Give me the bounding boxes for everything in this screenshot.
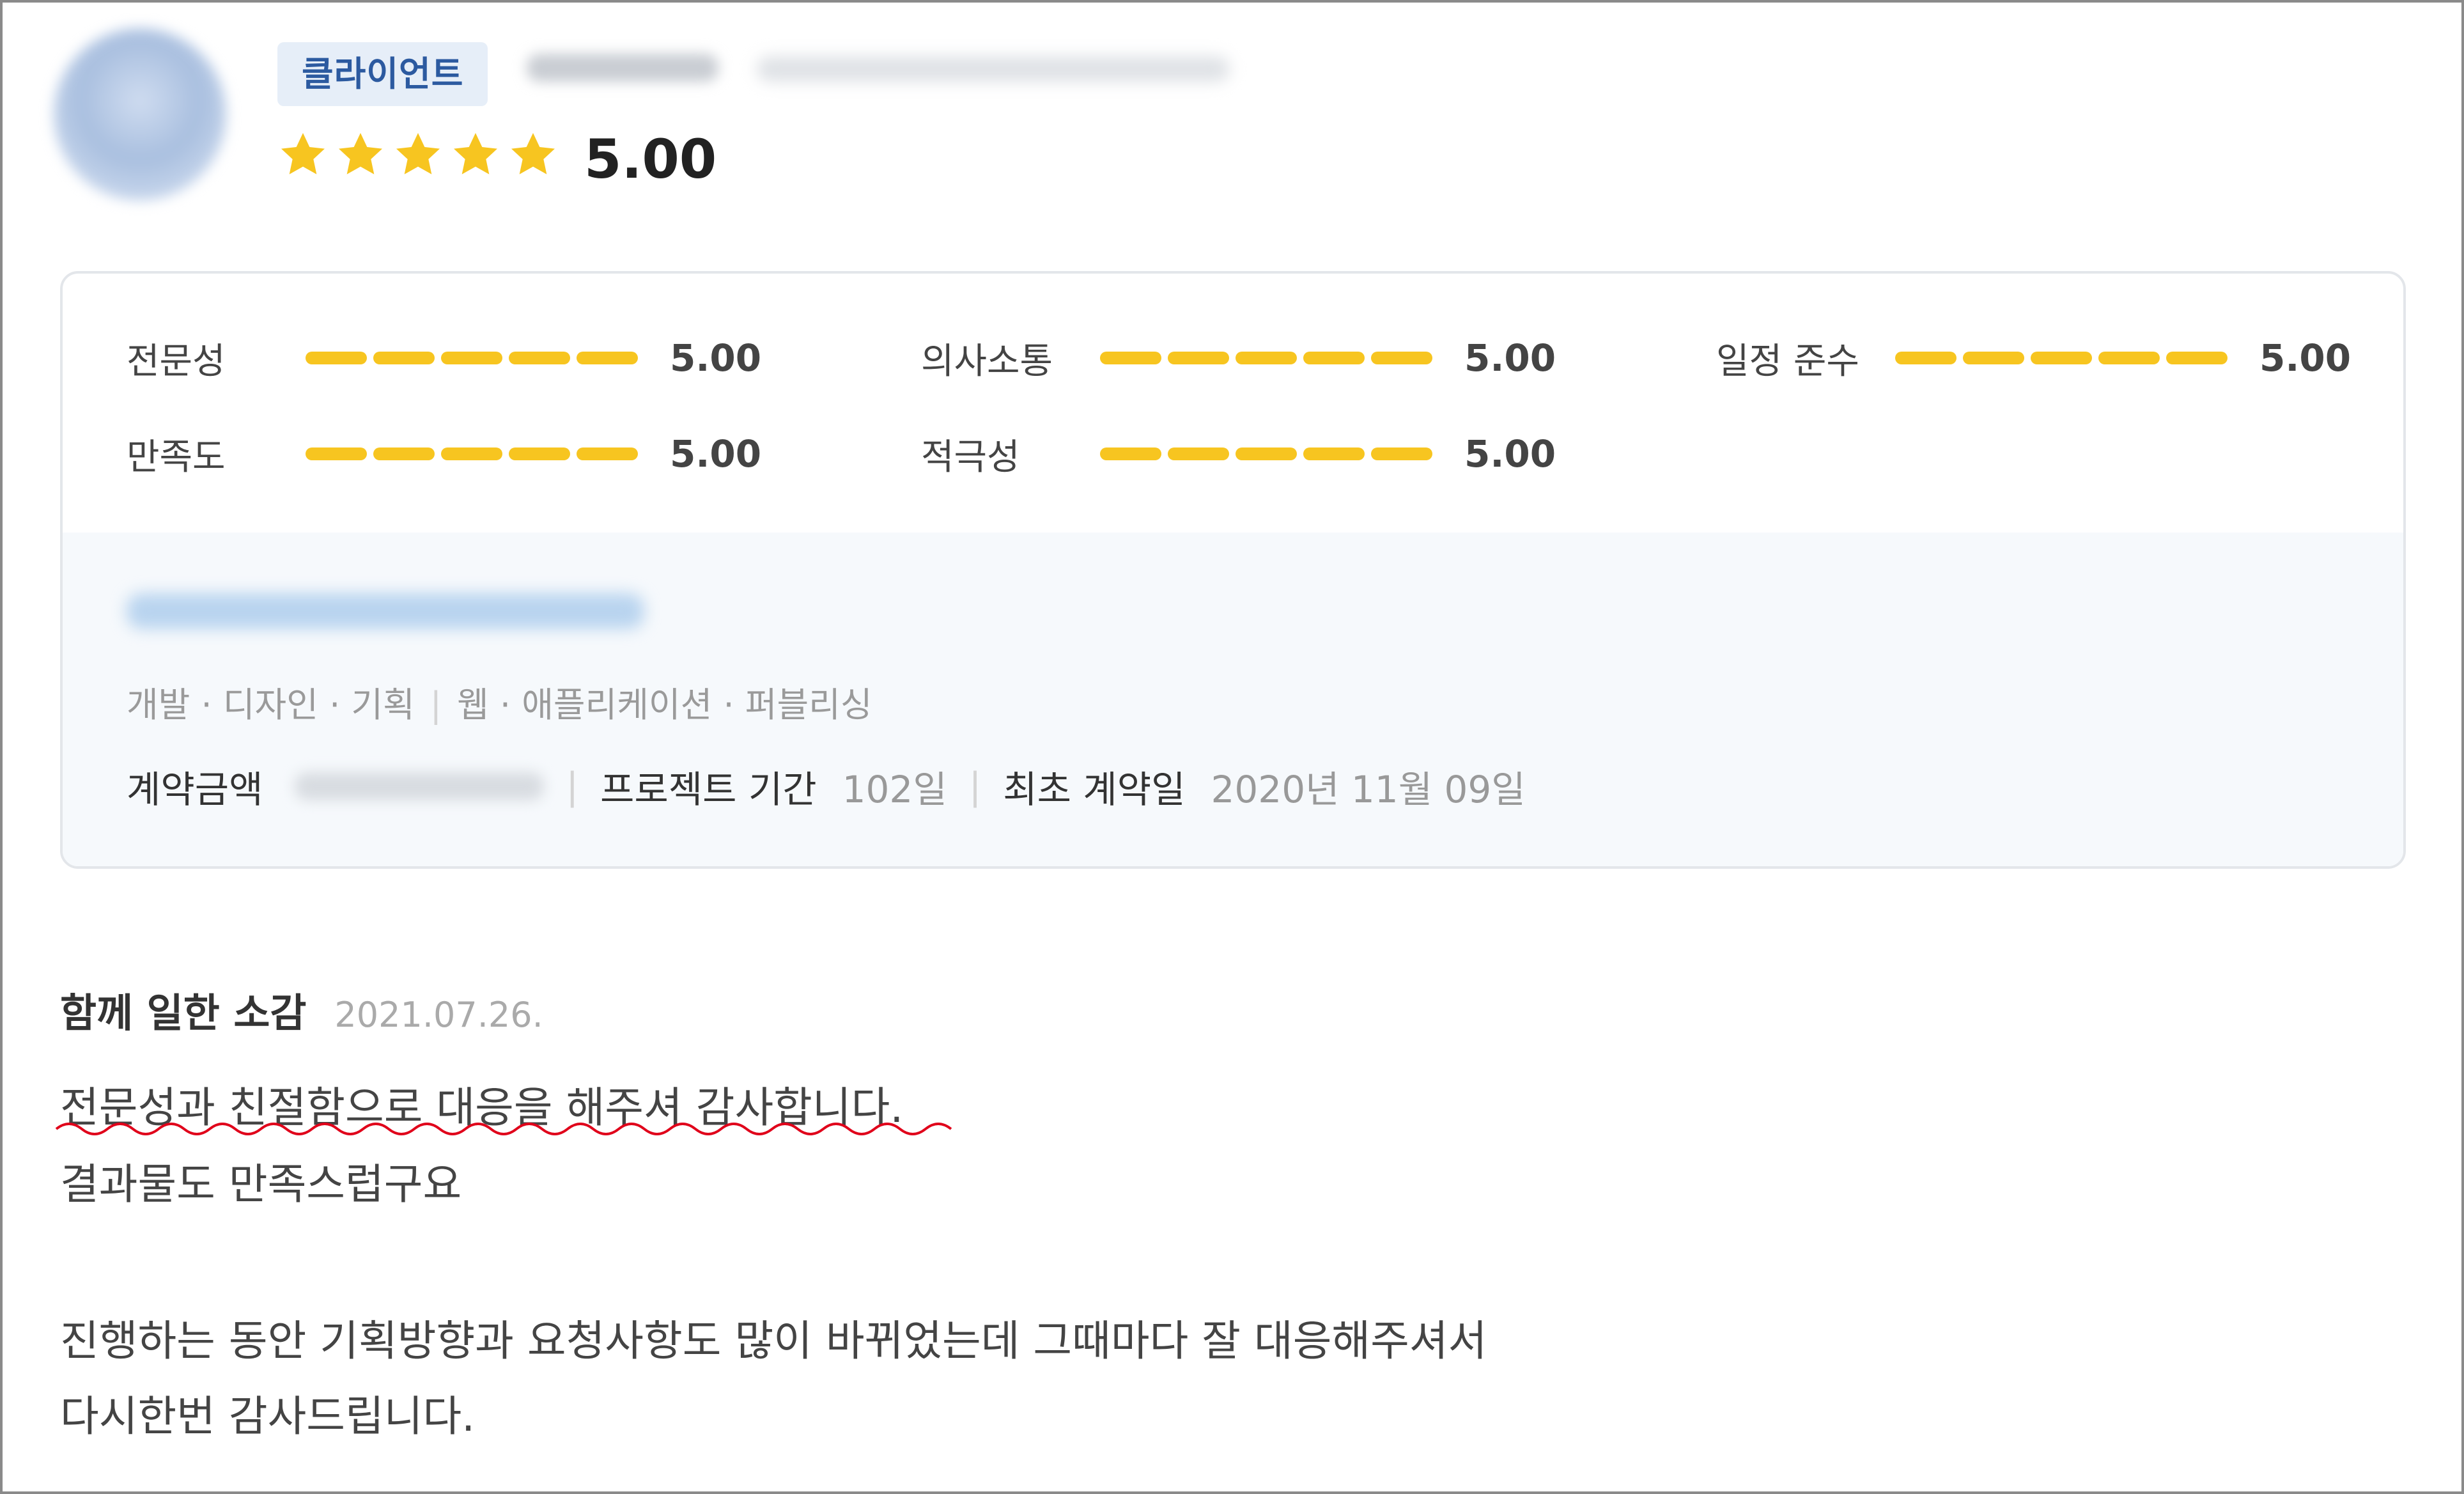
score-card: 전문성 5.00 의사소통 5.00 일정 준수 5.00 만족도 5.00 적…: [60, 271, 2406, 869]
category-field: 기획: [351, 685, 415, 725]
bar-segment: [306, 447, 367, 460]
review-title: 함께 일한 소감: [60, 990, 307, 1036]
metric-bar: [1895, 352, 2228, 364]
metric-label: 일정 준수: [1716, 340, 1859, 382]
divider: |: [566, 765, 578, 808]
category-type: 애플리케이션: [522, 685, 713, 725]
category-field: 디자인: [222, 685, 318, 725]
metric-label: 적극성: [921, 436, 1020, 478]
bar-segment: [373, 447, 435, 460]
bar-segment: [1236, 447, 1297, 460]
category-type: 퍼블리싱: [745, 685, 872, 725]
role-badge: 클라이언트: [277, 42, 488, 106]
bar-segment: [1895, 352, 1956, 364]
dot-separator: ·: [488, 685, 522, 725]
star-icon: [396, 133, 440, 175]
divider: |: [430, 685, 442, 725]
contract-amount-label: 계약금액: [127, 768, 263, 811]
bar-segment: [1168, 352, 1229, 364]
metric-expertise: 전문성 5.00: [127, 332, 761, 384]
review-line: 진행하는 동안 기획방향과 요청사항도 많이 바뀌었는데 그때마다 잘 대응해주…: [60, 1316, 1487, 1366]
bar-segment: [2031, 352, 2092, 364]
metric-schedule: 일정 준수 5.00: [1716, 332, 2351, 384]
bar-segment: [1100, 352, 1161, 364]
project-categories: 개발 · 디자인 · 기획 | 웹 · 애플리케이션 · 퍼블리싱: [127, 676, 872, 727]
bar-segment: [1100, 447, 1161, 460]
star-icon: [339, 133, 382, 175]
review-line: 결과물도 만족스럽구요: [60, 1160, 462, 1209]
bar-segment: [509, 352, 570, 364]
client-name-redacted: [527, 54, 718, 82]
metric-value: 5.00: [1464, 336, 1556, 380]
first-contract-label: 최초 계약일: [1003, 768, 1186, 811]
overall-score: 5.00: [584, 128, 717, 191]
dot-separator: ·: [190, 685, 223, 725]
metric-value: 5.00: [2259, 336, 2352, 380]
review-date: 2021.07.26.: [334, 995, 543, 1035]
dot-separator: ·: [712, 685, 745, 725]
metric-value: 5.00: [1464, 432, 1556, 476]
divider: |: [968, 765, 982, 808]
bar-segment: [306, 352, 367, 364]
metric-value: 5.00: [670, 336, 762, 380]
client-company-redacted: [757, 56, 1230, 82]
review-header: 함께 일한 소감 2021.07.26.: [60, 981, 543, 1038]
project-title-link-redacted[interactable]: [127, 593, 644, 629]
bar-segment: [577, 352, 638, 364]
bar-segment: [2166, 352, 2228, 364]
metric-satisfaction: 만족도 5.00: [127, 428, 761, 479]
bar-segment: [373, 352, 435, 364]
dot-separator: ·: [318, 685, 352, 725]
spellcheck-underline: [55, 1123, 952, 1135]
bar-segment: [509, 447, 570, 460]
bar-segment: [1303, 447, 1365, 460]
bar-segment: [2098, 352, 2160, 364]
avatar: [54, 28, 226, 201]
contract-amount-redacted: [295, 772, 545, 800]
project-period-label: 프로젝트 기간: [600, 768, 817, 811]
metric-bar: [306, 352, 638, 364]
metric-communication: 의사소통 5.00: [921, 332, 1556, 384]
review-card-frame: 클라이언트 5.00 전문성 5.00 의사소통 5.00 일정 준수 5.00…: [0, 0, 2464, 1494]
metric-value: 5.00: [670, 432, 762, 476]
category-field: 개발: [127, 685, 190, 725]
metric-label: 만족도: [127, 436, 226, 478]
bar-segment: [1371, 352, 1432, 364]
metric-bar: [1100, 352, 1432, 364]
star-icon: [281, 133, 325, 175]
rating-stars: [277, 129, 559, 180]
metric-label: 의사소통: [921, 340, 1053, 382]
bar-segment: [577, 447, 638, 460]
contract-info: 계약금액 | 프로젝트 기간 102일 | 최초 계약일 2020년 11월 0…: [127, 759, 1526, 813]
review-line: 다시한번 감사드립니다.: [60, 1392, 476, 1441]
project-info: 개발 · 디자인 · 기획 | 웹 · 애플리케이션 · 퍼블리싱 계약금액 | 프…: [63, 533, 2403, 866]
bar-segment: [441, 447, 502, 460]
star-icon: [454, 133, 497, 175]
bar-segment: [1371, 447, 1432, 460]
project-period-value: 102일: [842, 768, 947, 811]
star-icon: [511, 133, 555, 175]
bar-segment: [1303, 352, 1365, 364]
metric-label: 전문성: [127, 340, 226, 382]
bar-segment: [441, 352, 502, 364]
metric-bar: [306, 447, 638, 460]
bar-segment: [1236, 352, 1297, 364]
bar-segment: [1168, 447, 1229, 460]
metric-proactiveness: 적극성 5.00: [921, 428, 1556, 479]
bar-segment: [1963, 352, 2024, 364]
category-type: 웹: [457, 685, 489, 725]
metric-bar: [1100, 447, 1432, 460]
first-contract-value: 2020년 11월 09일: [1211, 768, 1526, 811]
